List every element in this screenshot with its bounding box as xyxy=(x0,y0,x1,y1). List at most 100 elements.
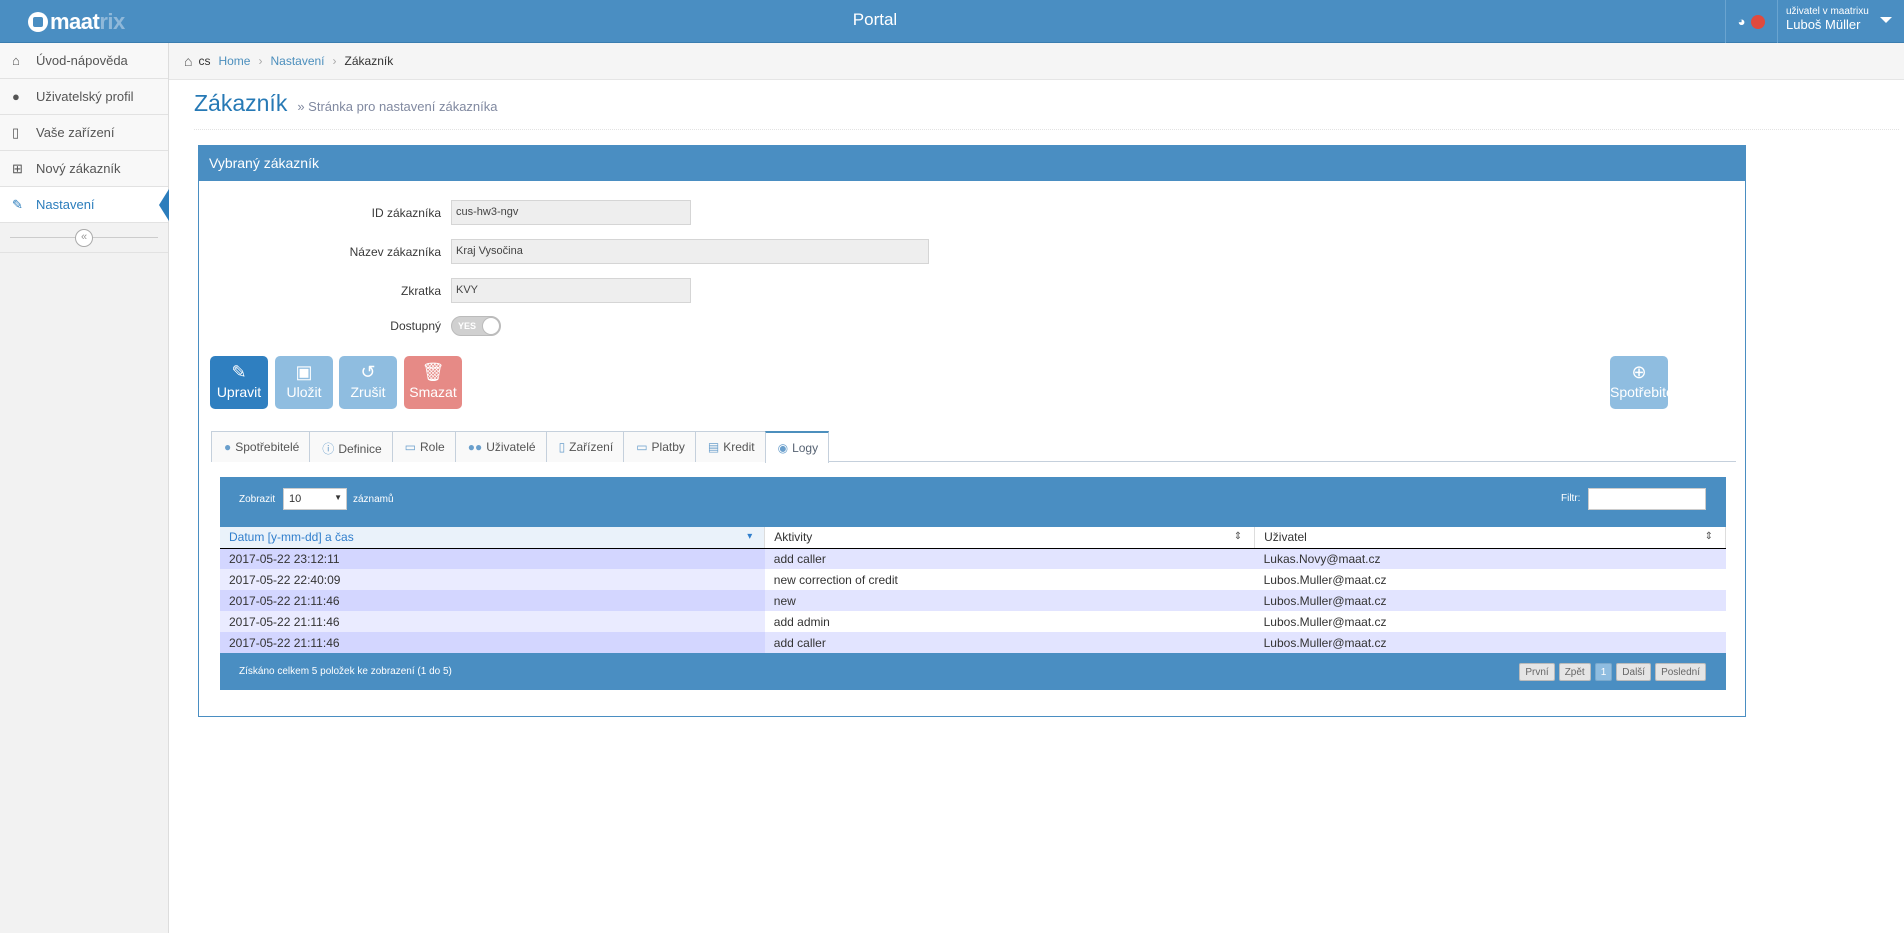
cell-date: 2017-05-22 22:40:09 xyxy=(220,569,765,590)
table-row[interactable]: 2017-05-22 21:11:46 add caller Lubos.Mul… xyxy=(220,632,1726,653)
pagination: První Zpět 1 Další Poslední xyxy=(1519,663,1706,681)
sidebar-item-label: Úvod-nápověda xyxy=(36,53,128,68)
cell-date: 2017-05-22 21:11:46 xyxy=(220,590,765,611)
table-row[interactable]: 2017-05-22 23:12:11 add caller Lukas.Nov… xyxy=(220,548,1726,569)
sort-icon: ⇕ xyxy=(1704,531,1713,542)
table-header-row: Datum [y-mm-dd] a čas ▾ Aktivity ⇕ Uživate… xyxy=(220,527,1726,549)
breadcrumb-lang[interactable]: cs xyxy=(198,54,210,68)
customer-panel: Vybraný zákazník ID zákazníka cus-hw3-ng… xyxy=(198,145,1746,717)
logs-table-wrapper: Zobrazit 10 záznamů Filtr: Datum [y-mm-d… xyxy=(220,477,1726,690)
table-row[interactable]: 2017-05-22 21:11:46 add admin Lubos.Mull… xyxy=(220,611,1726,632)
records-label: záznamů xyxy=(353,494,394,505)
sort-icon: ⇕ xyxy=(1233,531,1243,542)
tab-label: Kredit xyxy=(723,440,755,454)
sidebar-item-settings[interactable]: ✎ Nastavení xyxy=(0,187,169,223)
tab-definitions[interactable]: ⓘ Definice xyxy=(309,431,393,462)
available-label: Dostupný xyxy=(390,319,441,333)
add-consumer-button[interactable]: ⊕ Spotřebitel xyxy=(1610,356,1668,409)
tab-users[interactable]: ●● Uživatelé xyxy=(454,431,547,462)
home-icon[interactable]: ⌂ xyxy=(184,53,192,69)
breadcrumb-separator: › xyxy=(258,54,263,68)
column-header-label: Aktivity xyxy=(774,530,813,545)
sidebar-item-devices[interactable]: ▯ Vaše zařízení xyxy=(0,115,168,151)
filter-label: Filtr: xyxy=(1561,493,1581,504)
page-header: Zákazník » Stránka pro nastavení zákazní… xyxy=(194,90,1899,130)
breadcrumb-current: Zákazník xyxy=(344,54,394,68)
pager-prev-button[interactable]: Zpět xyxy=(1558,663,1591,681)
pager-next-button[interactable]: Další xyxy=(1616,663,1652,681)
tab-payments[interactable]: ▭ Platby xyxy=(623,431,696,462)
dashboard-icon[interactable]: ◕ xyxy=(1738,14,1746,29)
sidebar-item-new-customer[interactable]: ⊞ Nový zákazník xyxy=(0,151,168,187)
filter-input[interactable] xyxy=(1588,488,1706,510)
credit-card-icon: ▭ xyxy=(636,440,648,454)
customer-abbr-field[interactable]: KVY xyxy=(451,278,691,303)
cell-activity: add admin xyxy=(764,611,1255,632)
pager-first-button[interactable]: První xyxy=(1519,663,1555,681)
column-header-activity[interactable]: Aktivity ⇕ xyxy=(764,527,1256,549)
cell-user: Lubos.Muller@maat.cz xyxy=(1254,632,1726,653)
tab-consumers[interactable]: ● Spotřebitelé xyxy=(211,431,311,462)
mobile-icon: ▯ xyxy=(558,440,566,454)
toggle-text: YES xyxy=(458,321,477,331)
available-toggle[interactable]: YES xyxy=(451,316,501,336)
column-header-label: Datum [y-mm-dd] a čas xyxy=(229,530,354,545)
users-icon: ●● xyxy=(467,440,483,454)
top-icons: ◕ xyxy=(1725,0,1777,43)
breadcrumb-settings[interactable]: Nastavení xyxy=(270,54,324,68)
sidebar-item-intro[interactable]: ⌂ Úvod-nápověda xyxy=(0,43,168,79)
column-header-label: Uživatel xyxy=(1264,530,1307,545)
top-bar: maat rix Portal ◕ uživatel v maatrixu Lub… xyxy=(0,0,1904,43)
chevron-down-icon[interactable] xyxy=(1880,17,1892,23)
table-row[interactable]: 2017-05-22 21:11:46 new Lubos.Muller@maa… xyxy=(220,590,1726,611)
mobile-icon: ▯ xyxy=(12,124,20,140)
sidebar-item-label: Vaše zařízení xyxy=(36,125,115,140)
tab-label: Logy xyxy=(792,441,819,455)
sidebar-item-label: Nový zákazník xyxy=(36,161,121,176)
page-title: Zákazník xyxy=(194,90,288,116)
plus-circle-icon: ⊕ xyxy=(1631,362,1647,382)
logs-footer: Získáno celkem 5 položek ke zobrazení (1… xyxy=(220,654,1726,690)
edit-icon: ✎ xyxy=(231,362,247,382)
pager-page-button[interactable]: 1 xyxy=(1594,663,1613,681)
cell-user: Lubos.Muller@maat.cz xyxy=(1254,590,1726,611)
tab-label: Definice xyxy=(338,442,382,456)
breadcrumb-home[interactable]: Home xyxy=(218,54,250,68)
save-button[interactable]: ▣ Uložit xyxy=(275,356,333,409)
page-size-select[interactable]: 10 xyxy=(283,488,347,510)
notification-icon[interactable] xyxy=(1751,14,1766,29)
edit-button[interactable]: ✎ Upravit xyxy=(210,356,268,409)
tab-bar: ● Spotřebitelé ⓘ Definice ▭ Role ●● Uživatel… xyxy=(211,431,1736,463)
collapse-icon[interactable]: « xyxy=(75,229,93,247)
tab-roles[interactable]: ▭ Role xyxy=(391,431,456,462)
sidebar-item-profile[interactable]: ● Uživatelský profil xyxy=(0,79,168,115)
column-header-date[interactable]: Datum [y-mm-dd] a čas ▾ xyxy=(220,527,766,549)
delete-button[interactable]: 🗑 Smazat xyxy=(404,356,462,409)
page-subtitle: » Stránka pro nastavení zákazníka xyxy=(297,99,498,114)
cell-activity: add caller xyxy=(764,632,1255,653)
cancel-button[interactable]: ↺ Zrušit xyxy=(339,356,397,409)
tab-logs[interactable]: ◉ Logy xyxy=(764,431,830,463)
edit-label: Upravit xyxy=(216,384,262,400)
cell-user: Lukas.Novy@maat.cz xyxy=(1254,548,1726,569)
customer-id-field[interactable]: cus-hw3-ngv xyxy=(451,200,691,225)
tab-devices[interactable]: ▯ Zařízení xyxy=(545,431,625,462)
cell-activity: new xyxy=(764,590,1255,611)
cell-date: 2017-05-22 21:11:46 xyxy=(220,632,765,653)
tab-label: Spotřebitelé xyxy=(235,440,300,454)
cell-activity: new correction of credit xyxy=(764,569,1255,590)
cell-date: 2017-05-22 21:11:46 xyxy=(220,611,765,632)
user-menu[interactable]: uživatel v maatrixu Luboš Müller xyxy=(1777,0,1904,43)
cell-user: Lubos.Muller@maat.cz xyxy=(1254,569,1726,590)
table-row[interactable]: 2017-05-22 22:40:09 new correction of cr… xyxy=(220,569,1726,590)
user-icon: ● xyxy=(12,89,20,104)
book-icon: ▤ xyxy=(707,440,720,454)
customer-name-field[interactable]: Kraj Vysočina xyxy=(451,239,929,264)
form-row-abbr: Zkratka KVY xyxy=(199,278,691,303)
tab-credit[interactable]: ▤ Kredit xyxy=(694,431,766,462)
sort-desc-icon: ▾ xyxy=(747,531,753,542)
cart-icon: ⊞ xyxy=(12,160,23,176)
pager-last-button[interactable]: Poslední xyxy=(1655,663,1706,681)
toggle-knob xyxy=(482,317,500,335)
column-header-user[interactable]: Uživatel ⇕ xyxy=(1254,527,1726,549)
